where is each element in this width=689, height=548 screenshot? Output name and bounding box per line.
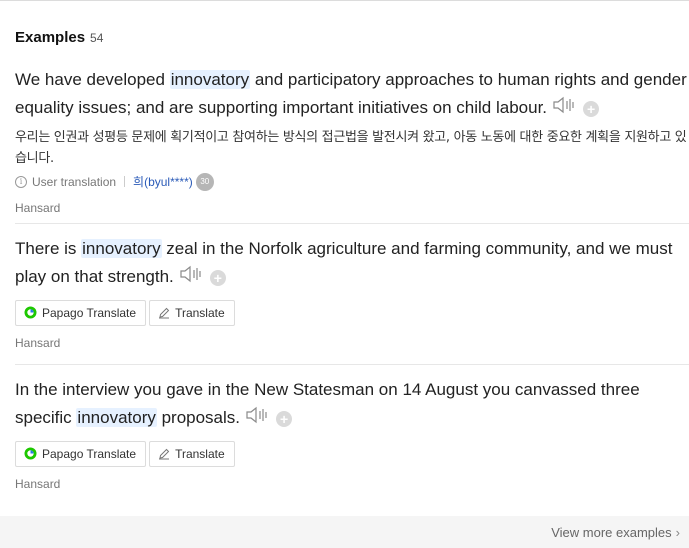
- translate-label: Translate: [175, 305, 225, 320]
- view-more-examples-link[interactable]: View more examples ›: [551, 525, 680, 540]
- sentence-text: There is: [15, 239, 82, 258]
- sentence-text: proposals.: [156, 408, 241, 427]
- user-translation-label: User translation: [32, 174, 117, 189]
- example-source: Hansard: [15, 476, 61, 491]
- speaker-icon[interactable]: [553, 95, 577, 123]
- translate-label: Translate: [175, 446, 225, 461]
- papago-translate-label: Papago Translate: [42, 305, 137, 320]
- example-item: We have developed innovatory and partici…: [15, 66, 689, 215]
- korean-translation: 우리는 인권과 성평등 문제에 획기적이고 참여하는 방식의 접근법을 발전시켜…: [15, 129, 687, 166]
- translate-button[interactable]: Translate: [149, 299, 235, 326]
- speaker-icon[interactable]: [246, 405, 270, 433]
- examples-footer: View more examples ›: [0, 516, 689, 548]
- pencil-icon: [158, 448, 170, 460]
- chevron-right-icon: ›: [675, 525, 680, 540]
- example-sentence: There is innovatory zeal in the Norfolk …: [15, 235, 689, 292]
- example-item: There is innovatory zeal in the Norfolk …: [15, 235, 689, 350]
- highlighted-word: innovatory: [169, 70, 251, 89]
- translate-buttons: Papago Translate Translate: [15, 299, 689, 326]
- example-source: Hansard: [15, 335, 61, 350]
- speaker-icon[interactable]: [180, 264, 204, 292]
- translator-name[interactable]: 희(byul****): [133, 173, 193, 190]
- papago-translate-label: Papago Translate: [42, 446, 137, 461]
- example-source: Hansard: [15, 200, 61, 215]
- example-sentence: In the interview you gave in the New Sta…: [15, 376, 689, 433]
- info-icon: i: [15, 175, 27, 188]
- example-divider: [15, 223, 689, 224]
- pencil-icon: [158, 307, 170, 319]
- translate-button[interactable]: Translate: [149, 440, 235, 467]
- translation-meta: i User translation 희(byul****) 30: [15, 172, 689, 191]
- sentence-text: We have developed: [15, 70, 170, 89]
- example-item: In the interview you gave in the New Sta…: [15, 376, 689, 491]
- highlighted-word: innovatory: [81, 239, 162, 258]
- translator-level-badge: 30: [195, 172, 214, 191]
- add-icon[interactable]: +: [209, 269, 226, 286]
- highlighted-word: innovatory: [76, 408, 157, 427]
- section-title: Examples: [15, 29, 86, 46]
- example-divider: [15, 364, 689, 365]
- add-icon[interactable]: +: [276, 410, 293, 427]
- translate-buttons: Papago Translate Translate: [15, 440, 689, 467]
- examples-header: Examples 54: [15, 29, 103, 46]
- papago-logo-icon: [24, 306, 37, 319]
- papago-translate-button[interactable]: Papago Translate: [15, 440, 147, 467]
- example-sentence: We have developed innovatory and partici…: [15, 66, 689, 123]
- view-more-label: View more examples: [551, 525, 672, 540]
- examples-count: 54: [90, 31, 104, 45]
- add-icon[interactable]: +: [583, 100, 600, 117]
- papago-translate-button[interactable]: Papago Translate: [15, 299, 147, 326]
- top-divider: [0, 0, 689, 1]
- meta-separator: [124, 176, 126, 188]
- papago-logo-icon: [24, 447, 37, 460]
